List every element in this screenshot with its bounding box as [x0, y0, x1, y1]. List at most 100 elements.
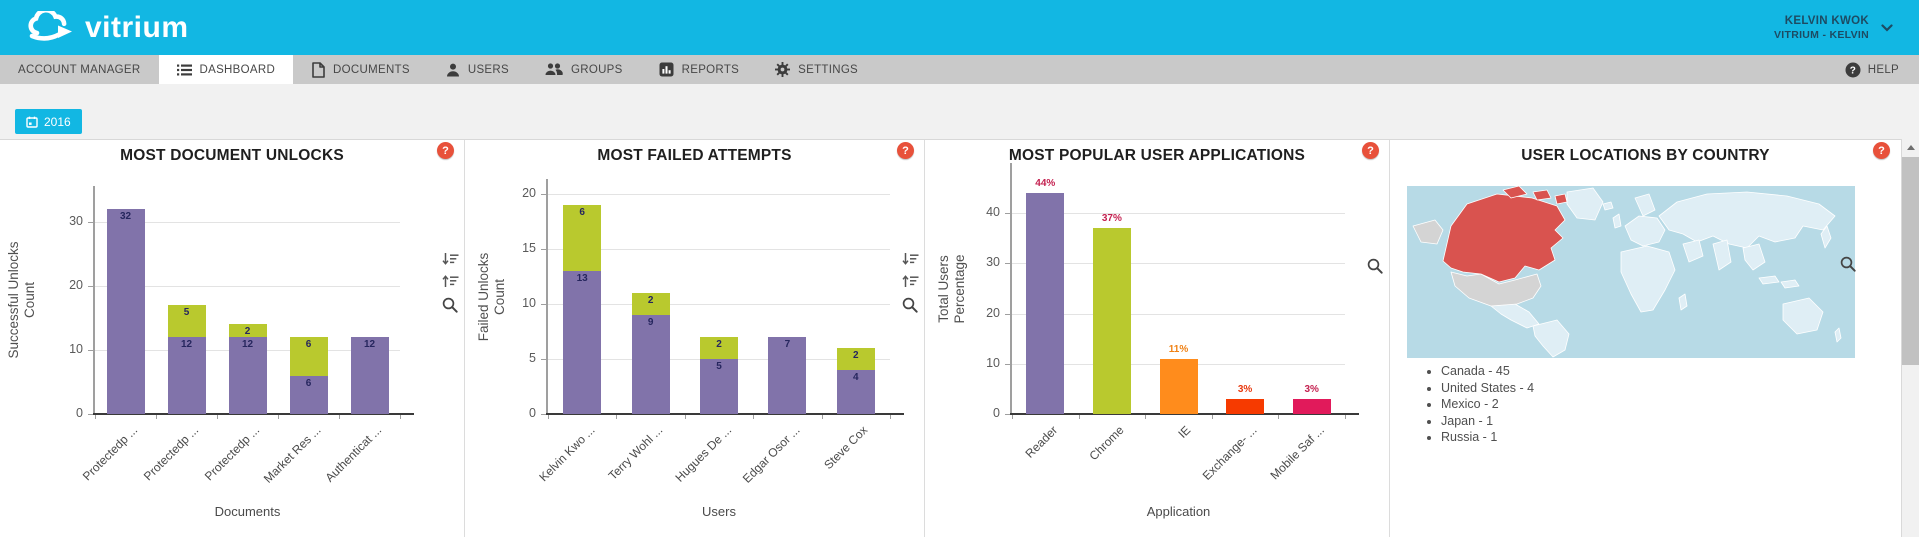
bar-value-label: 44% [1021, 178, 1069, 189]
nav-item-reports[interactable]: REPORTS [641, 55, 757, 84]
axis-tick-label: 20 [37, 278, 83, 292]
sort-asc-icon[interactable] [902, 274, 920, 290]
bar [1226, 399, 1264, 414]
x-tick-mark [822, 415, 823, 419]
nav-label: DASHBOARD [200, 64, 276, 76]
x-tick-mark [1145, 415, 1146, 419]
bar-value-label: 9 [632, 317, 670, 328]
x-category-label: IE [1175, 423, 1193, 441]
nav-item-users[interactable]: USERS [428, 55, 527, 84]
nav-item-help[interactable]: ? HELP [1825, 55, 1919, 84]
country-count-item: Russia - 1 [1441, 430, 1534, 444]
y-tick-mark [541, 304, 546, 305]
y-tick-mark [1005, 213, 1010, 214]
calendar-icon [26, 116, 38, 128]
panel-help-badge[interactable]: ? [1873, 142, 1890, 159]
bar-value-label: 4 [837, 372, 875, 383]
y-axis-title: Successful UnlocksCount [6, 241, 38, 358]
y-axis-title: Failed UnlocksCount [476, 252, 508, 341]
x-tick-mark [1345, 415, 1346, 419]
vertical-scrollbar[interactable] [1901, 139, 1919, 537]
zoom-icon[interactable] [902, 297, 920, 313]
zoom-icon[interactable] [1367, 258, 1385, 274]
x-tick-mark [1278, 415, 1279, 419]
chevron-down-icon [1881, 24, 1893, 32]
panel-title: MOST FAILED ATTEMPTS [465, 147, 924, 165]
x-category-label: Terry Wohl ... [606, 423, 666, 483]
nav-item-documents[interactable]: DOCUMENTS [293, 55, 428, 84]
panel-most-document-unlocks: MOST DOCUMENT UNLOCKS ?010203032Protecte… [0, 140, 465, 537]
brand-name: vitrium [85, 13, 189, 43]
x-tick-mark [217, 415, 218, 419]
x-tick-mark [685, 415, 686, 419]
bar-value-label: 6 [563, 207, 601, 218]
x-category-label: Hugues De ... [672, 423, 734, 485]
bar-segment [632, 315, 670, 414]
x-tick-mark [1079, 415, 1080, 419]
gear-icon [775, 62, 790, 77]
sort-desc-icon[interactable] [442, 252, 460, 268]
bar-value-label: 2 [632, 295, 670, 306]
x-tick-mark [548, 415, 549, 419]
vitrium-logo[interactable]: vitrium [26, 11, 189, 45]
x-tick-mark [400, 415, 401, 419]
nav-label: GROUPS [571, 64, 623, 76]
bar-value-label: 2 [229, 326, 267, 337]
user-menu[interactable]: KELVIN KWOK VITRIUM - KELVIN [1774, 15, 1893, 41]
x-category-label: Protectedp ... [141, 423, 201, 483]
nav-label: USERS [468, 64, 509, 76]
nav-item-dashboard[interactable]: DASHBOARD [159, 55, 294, 84]
sort-desc-icon[interactable] [902, 252, 920, 268]
y-axis-line [93, 186, 95, 414]
nav-label: DOCUMENTS [333, 64, 410, 76]
bar-value-label: 12 [229, 339, 267, 350]
x-category-label: Edgar Osor ... [740, 423, 803, 486]
y-tick-mark [1005, 364, 1010, 365]
zoom-icon[interactable] [442, 297, 460, 313]
x-category-label: Protectedp ... [80, 423, 140, 483]
panel-help-badge[interactable]: ? [1362, 142, 1379, 159]
panel-most-popular-user-applications: MOST POPULAR USER APPLICATIONS ?01020304… [925, 140, 1390, 537]
scrollbar-up-arrow-icon[interactable] [1902, 139, 1919, 156]
panel-title: MOST DOCUMENT UNLOCKS [0, 147, 464, 165]
world-map[interactable] [1407, 186, 1855, 358]
x-tick-mark [1212, 415, 1213, 419]
y-tick-mark [1005, 314, 1010, 315]
nav-item-settings[interactable]: SETTINGS [757, 55, 876, 84]
axis-tick-label: 0 [37, 406, 83, 420]
gridline [548, 194, 890, 195]
x-tick-mark [156, 415, 157, 419]
x-tick-mark [339, 415, 340, 419]
bar-value-label: 12 [168, 339, 206, 350]
x-tick-mark [95, 415, 96, 419]
x-category-label: Chrome [1087, 423, 1127, 463]
country-count-item: Japan - 1 [1441, 414, 1534, 428]
x-category-label: Market Res ... [261, 423, 324, 486]
bar-value-label: 11% [1155, 344, 1203, 355]
x-tick-mark [1012, 415, 1013, 419]
axis-tick-label: 0 [490, 406, 536, 420]
axis-tick-label: 10 [37, 342, 83, 356]
bar-value-label: 13 [563, 273, 601, 284]
x-axis-title: Documents [95, 504, 400, 519]
year-filter-button[interactable]: 2016 [15, 109, 82, 134]
panel-most-failed-attempts: MOST FAILED ATTEMPTS ?05101520136Kelvin … [465, 140, 925, 537]
zoom-icon[interactable] [1840, 256, 1858, 272]
scrollbar-thumb[interactable] [1902, 157, 1919, 365]
x-tick-mark [616, 415, 617, 419]
panel-title: MOST POPULAR USER APPLICATIONS [925, 147, 1389, 165]
bar-value-label: 12 [351, 339, 389, 350]
nav-item-account-manager[interactable]: ACCOUNT MANAGER [0, 55, 159, 84]
dashboard-list-icon [177, 64, 192, 76]
nav-item-groups[interactable]: GROUPS [527, 55, 641, 84]
y-tick-mark [541, 249, 546, 250]
x-category-label: Reader [1022, 423, 1060, 461]
panel-help-badge[interactable]: ? [437, 142, 454, 159]
x-axis-title: Users [548, 504, 890, 519]
bar [1293, 399, 1331, 414]
sort-asc-icon[interactable] [442, 274, 460, 290]
panel-help-badge[interactable]: ? [897, 142, 914, 159]
user-name: KELVIN KWOK [1774, 15, 1869, 27]
axis-tick-label: 40 [954, 205, 1000, 219]
axis-tick-label: 10 [954, 356, 1000, 370]
